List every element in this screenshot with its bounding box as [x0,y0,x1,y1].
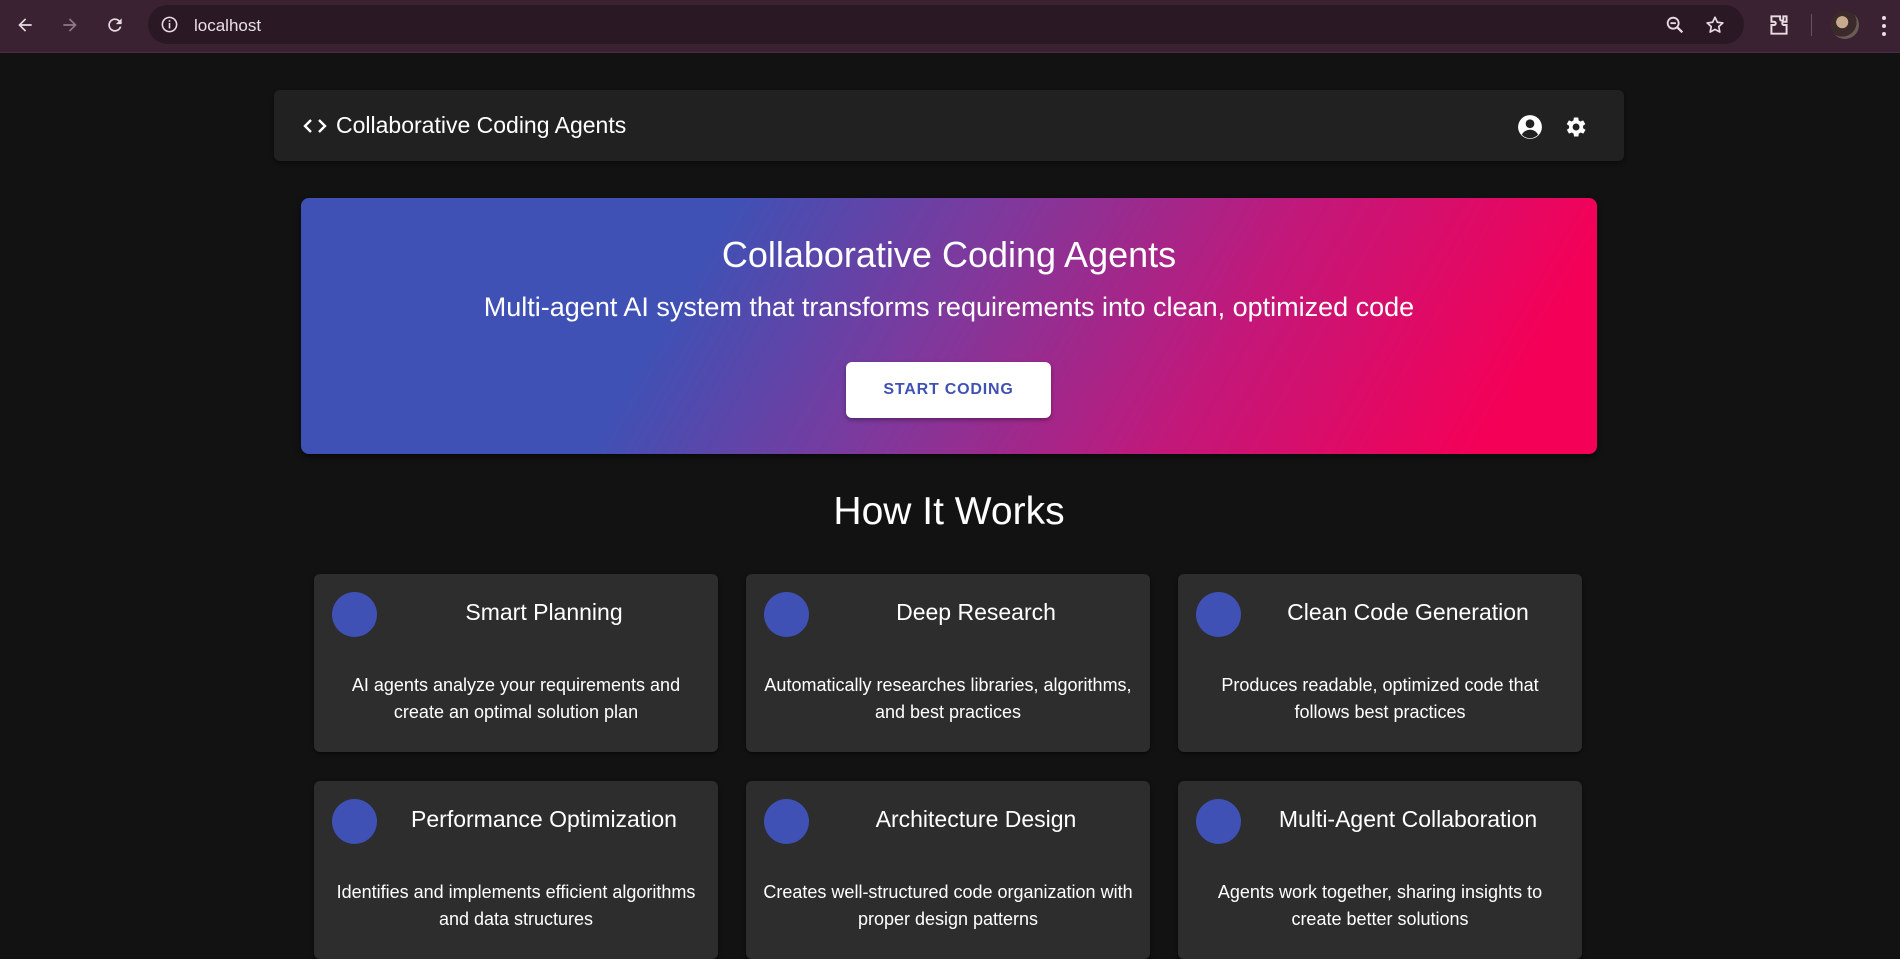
app-title: Collaborative Coding Agents [336,112,627,138]
zoom-icon[interactable] [1664,14,1686,36]
more-menu-icon[interactable] [1880,13,1888,39]
address-bar[interactable]: localhost [148,5,1744,44]
feature-card: Smart Planning AI agents analyze your re… [314,574,718,752]
account-circle-icon[interactable] [1517,114,1543,140]
feature-icon [764,592,809,637]
settings-gear-icon[interactable] [1562,114,1588,140]
feature-icon [764,799,809,844]
url-text: localhost [194,16,262,35]
feature-card: Deep Research Automatically researches l… [746,574,1150,752]
feature-icon [1196,799,1241,844]
hero-banner: Collaborative Coding Agents Multi-agent … [301,198,1597,454]
feature-icon [332,592,377,637]
feature-icon [1196,592,1241,637]
feature-description: AI agents analyze your requirements and … [351,675,681,722]
forward-button[interactable] [55,10,85,40]
toolbar-divider [1811,14,1812,36]
app-bar: Collaborative Coding Agents [274,90,1624,161]
feature-card: Multi-Agent Collaboration Agents work to… [1178,781,1582,959]
feature-title: Deep Research [896,599,1056,625]
feature-description: Agents work together, sharing insights t… [1217,882,1543,929]
feature-description: Identifies and implements efficient algo… [336,882,696,929]
browser-toolbar: localhost [0,0,1900,53]
feature-description: Produces readable, optimized code that f… [1221,675,1539,722]
reload-icon [108,18,122,32]
hero-subtitle: Multi-agent AI system that transforms re… [483,292,1415,322]
feature-card: Performance Optimization Identifies and … [314,781,718,959]
profile-avatar[interactable] [1831,11,1859,39]
arrow-left-icon [18,18,32,32]
hero-title: Collaborative Coding Agents [721,234,1177,275]
site-info-icon[interactable] [160,15,179,34]
feature-title: Multi-Agent Collaboration [1278,806,1538,832]
start-coding-button[interactable]: START CODING [846,362,1051,418]
code-icon [303,119,327,133]
extensions-icon[interactable] [1766,12,1792,38]
feature-title: Architecture Design [875,806,1077,832]
feature-title: Smart Planning [465,599,623,625]
feature-description: Creates well-structured code organizatio… [763,882,1133,929]
feature-card: Architecture Design Creates well-structu… [746,781,1150,959]
reload-button[interactable] [100,10,130,40]
feature-icon [332,799,377,844]
bookmark-star-icon[interactable] [1704,14,1726,36]
section-title: How It Works [833,490,1065,533]
feature-card: Clean Code Generation Produces readable,… [1178,574,1582,752]
feature-title: Performance Optimization [411,806,677,832]
arrow-right-icon [63,18,77,32]
feature-description: Automatically researches libraries, algo… [764,675,1132,722]
feature-title: Clean Code Generation [1287,599,1529,625]
back-button[interactable] [10,10,40,40]
